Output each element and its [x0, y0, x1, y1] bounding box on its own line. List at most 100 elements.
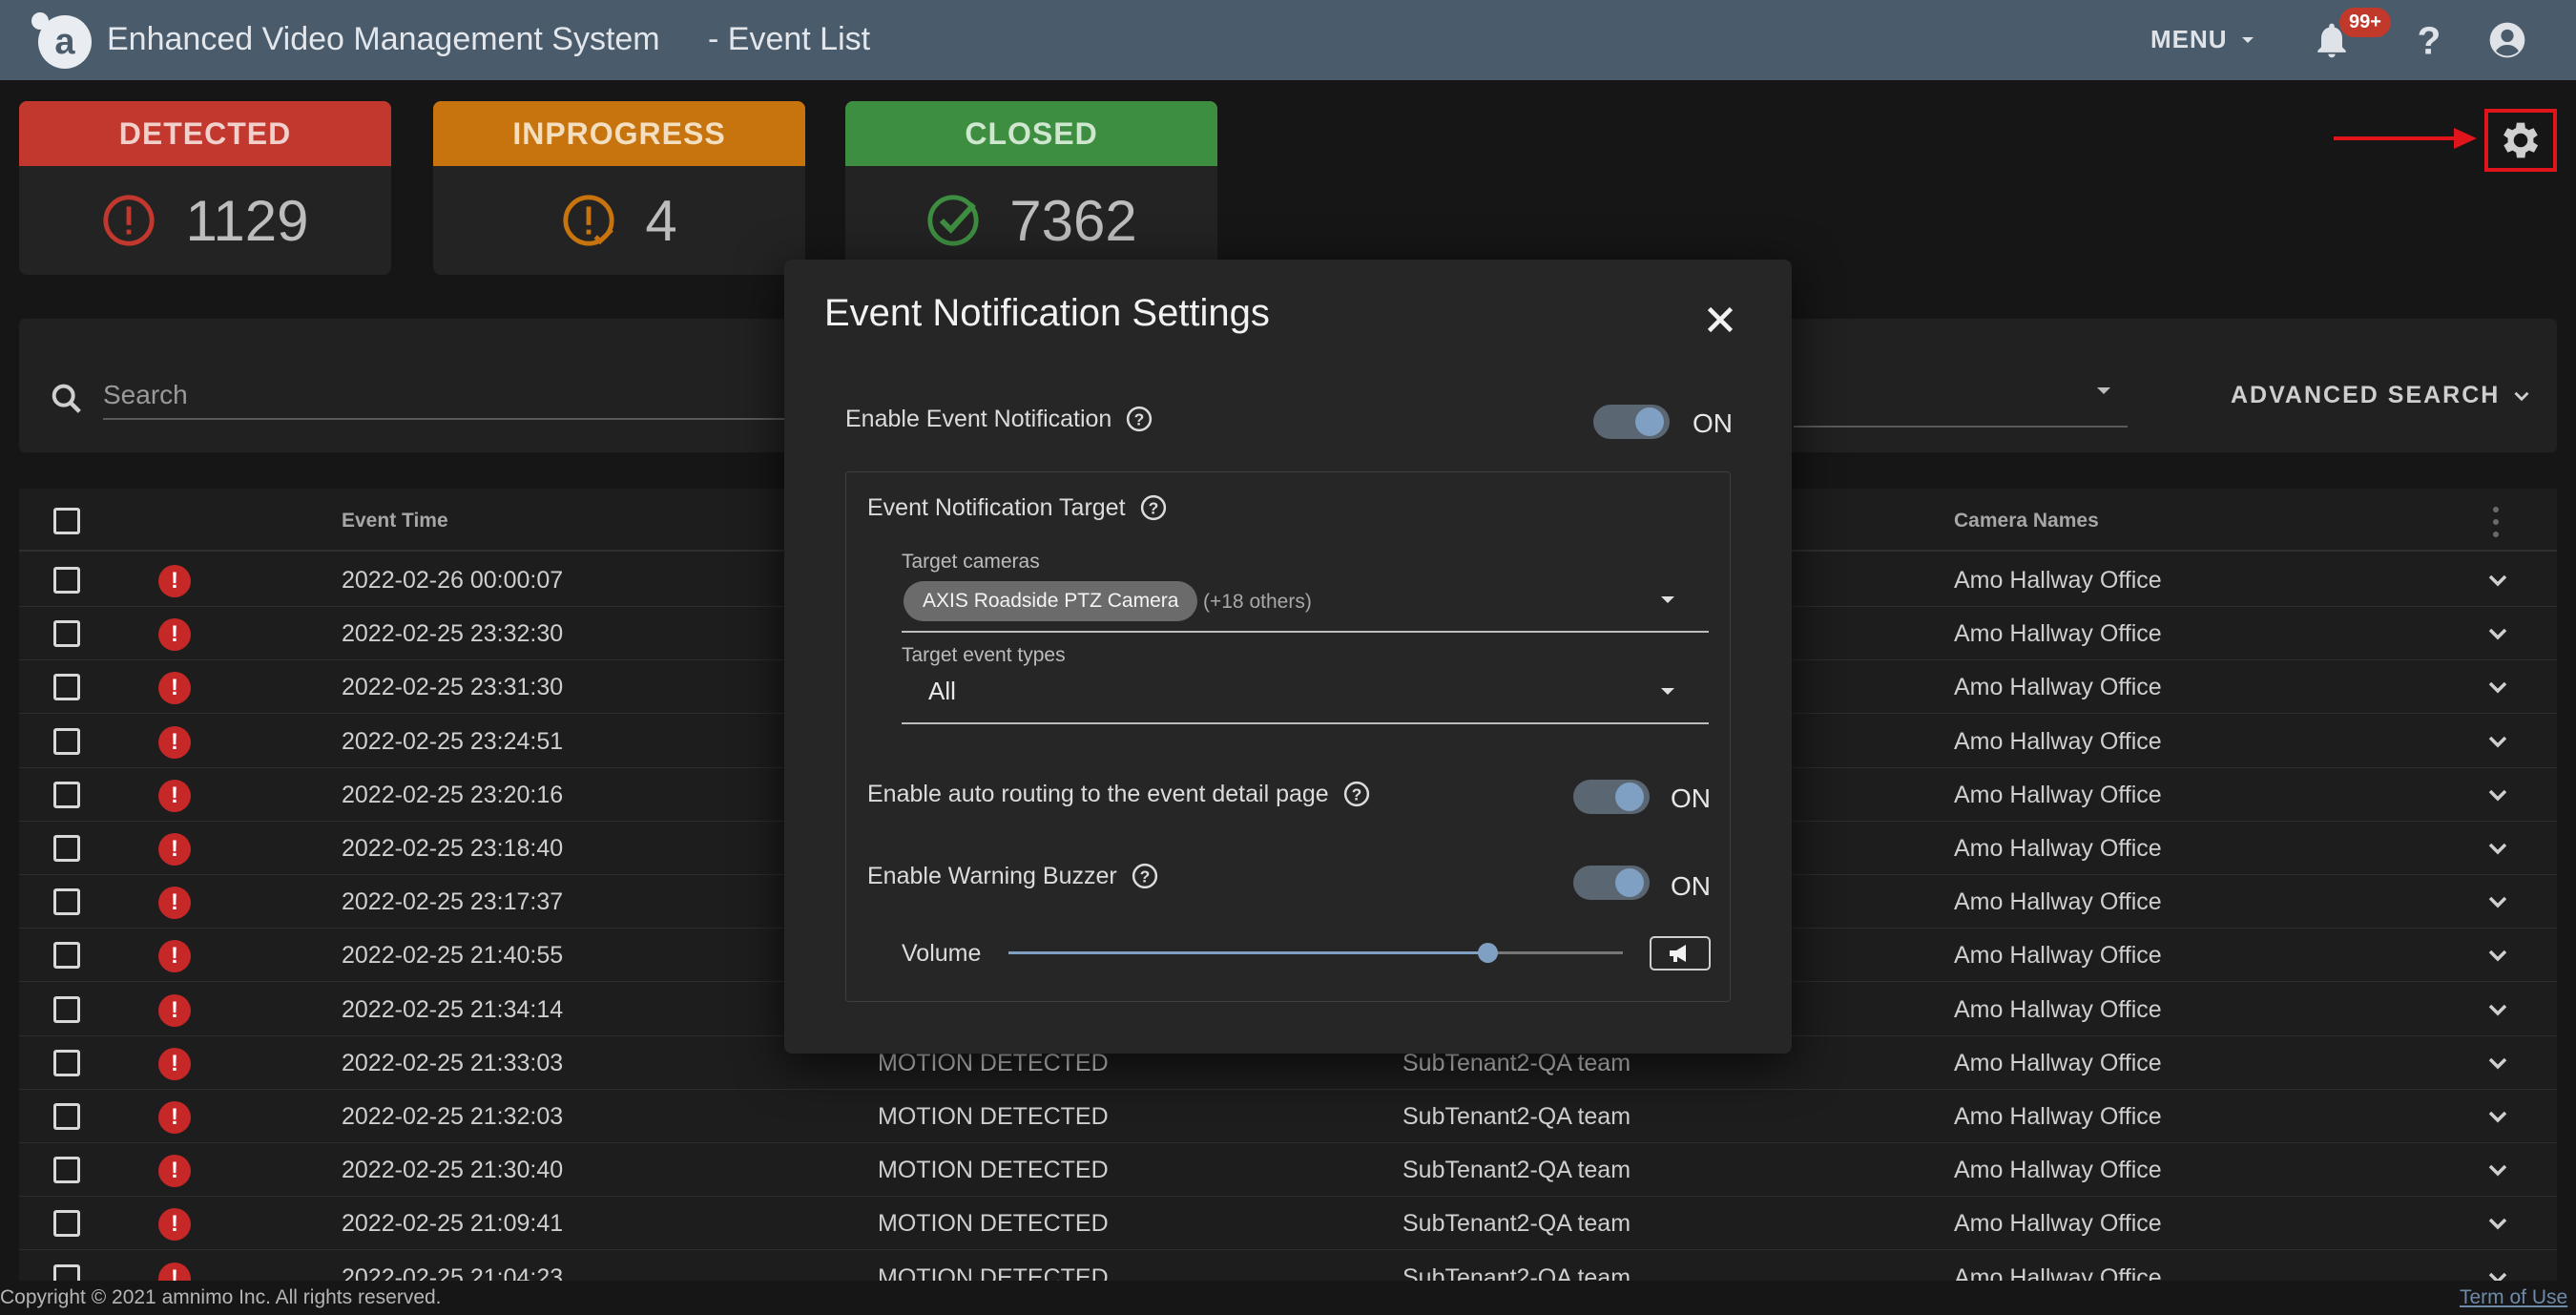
camera-name-cell: Amo Hallway Office	[1954, 1263, 2162, 1281]
gear-icon	[2503, 122, 2539, 158]
chevron-down-icon[interactable]	[2483, 726, 2513, 757]
help-circle-icon[interactable]: ?	[1131, 862, 1159, 890]
svg-text:?: ?	[1148, 498, 1158, 517]
select-all-checkbox[interactable]	[53, 508, 80, 534]
row-checkbox[interactable]	[53, 888, 80, 916]
inprogress-card[interactable]: INPROGRESS 4	[433, 101, 805, 275]
auto-routing-state: ON	[1671, 783, 1711, 813]
event-type-cell: MOTION DETECTED	[878, 1263, 1109, 1281]
row-checkbox[interactable]	[53, 835, 80, 862]
more-vertical-icon[interactable]	[2492, 506, 2500, 538]
row-checkbox[interactable]	[53, 567, 80, 594]
advanced-search-label: ADVANCED SEARCH	[2231, 382, 2501, 408]
detected-count: 1129	[185, 188, 309, 253]
row-checkbox[interactable]	[53, 727, 80, 755]
auto-routing-toggle[interactable]	[1573, 780, 1650, 814]
notification-badge: 99+	[2339, 8, 2391, 37]
closed-label: CLOSED	[845, 101, 1217, 166]
target-event-types-underline	[902, 722, 1709, 724]
camera-name-cell: Amo Hallway Office	[1954, 1210, 2162, 1238]
chevron-down-icon[interactable]	[2483, 1155, 2513, 1185]
tenant-cell: SubTenant2-QA team	[1402, 1049, 1631, 1076]
camera-name-cell: Amo Hallway Office	[1954, 888, 2162, 916]
closed-card[interactable]: CLOSED 7362	[845, 101, 1217, 275]
row-checkbox[interactable]	[53, 1103, 80, 1130]
menu-button[interactable]: MENU	[2150, 25, 2256, 54]
target-event-types-label: Target event types	[902, 644, 1066, 666]
chevron-down-icon[interactable]	[2483, 565, 2513, 595]
enable-notification-toggle[interactable]	[1593, 405, 1670, 439]
row-checkbox[interactable]	[53, 1049, 80, 1076]
chevron-down-icon[interactable]	[2483, 1208, 2513, 1239]
column-event-time[interactable]: Event Time	[342, 510, 448, 532]
app-header: a Enhanced Video Management System - Eve…	[0, 0, 2576, 80]
event-time-cell: 2022-02-25 23:17:37	[342, 888, 564, 916]
camera-name-cell: Amo Hallway Office	[1954, 835, 2162, 862]
row-checkbox[interactable]	[53, 674, 80, 701]
volume-slider[interactable]	[1008, 943, 1623, 963]
event-type-cell: MOTION DETECTED	[878, 1103, 1109, 1130]
chevron-down-icon[interactable]	[2483, 780, 2513, 810]
chevron-down-icon[interactable]	[2483, 833, 2513, 864]
enable-notification-label: Enable Event Notification	[845, 405, 1112, 432]
menu-label: MENU	[2150, 25, 2228, 53]
row-checkbox[interactable]	[53, 620, 80, 648]
detected-card[interactable]: DETECTED 1129	[19, 101, 391, 275]
dialog-title: Event Notification Settings	[824, 292, 1270, 334]
row-checkbox[interactable]	[53, 1263, 80, 1281]
chevron-down-icon[interactable]	[2483, 994, 2513, 1025]
caret-down-icon[interactable]	[1653, 585, 1682, 614]
caret-down-icon	[2241, 36, 2254, 43]
table-row[interactable]: ! 2022-02-25 21:32:03 MOTION DETECTED SubTe…	[19, 1090, 2557, 1143]
camera-chip[interactable]: AXIS Roadside PTZ Camera	[904, 581, 1198, 621]
caret-down-icon[interactable]	[1653, 677, 1682, 705]
close-icon[interactable]	[1698, 298, 1742, 342]
terms-link[interactable]: Term of Use	[2460, 1286, 2567, 1309]
help-circle-icon[interactable]: ?	[1125, 405, 1153, 433]
account-icon[interactable]	[2486, 19, 2528, 61]
warning-buzzer-toggle[interactable]	[1573, 866, 1650, 900]
row-checkbox[interactable]	[53, 1210, 80, 1238]
target-cameras-underline	[902, 631, 1709, 633]
help-circle-icon[interactable]: ?	[1139, 493, 1168, 522]
chevron-down-icon[interactable]	[2483, 887, 2513, 917]
chevron-down-icon[interactable]	[2483, 1101, 2513, 1132]
caret-down-icon[interactable]	[2089, 376, 2118, 405]
event-time-cell: 2022-02-25 21:34:14	[342, 995, 564, 1023]
settings-button[interactable]	[2484, 109, 2557, 172]
row-checkbox[interactable]	[53, 942, 80, 970]
alert-icon: !	[158, 672, 191, 705]
app-title: Enhanced Video Management System	[107, 21, 660, 57]
test-buzzer-button[interactable]	[1650, 936, 1711, 971]
table-row[interactable]: ! 2022-02-25 21:30:40 MOTION DETECTED SubTe…	[19, 1143, 2557, 1198]
table-row[interactable]: ! 2022-02-25 21:04:23 MOTION DETECTED SubTe…	[19, 1251, 2557, 1281]
event-time-cell: 2022-02-25 21:32:03	[342, 1103, 564, 1130]
target-section-header: Event Notification Target ?	[867, 493, 1168, 522]
event-notification-settings-dialog: Event Notification Settings Enable Event…	[784, 260, 1792, 1054]
table-row[interactable]: ! 2022-02-25 21:09:41 MOTION DETECTED SubTe…	[19, 1197, 2557, 1251]
event-time-cell: 2022-02-25 23:31:30	[342, 674, 564, 701]
advanced-search-button[interactable]: ADVANCED SEARCH	[2231, 382, 2534, 409]
megaphone-icon	[1670, 945, 1686, 962]
chevron-down-icon[interactable]	[2483, 1048, 2513, 1078]
volume-slider-thumb[interactable]	[1478, 943, 1499, 963]
row-checkbox[interactable]	[53, 995, 80, 1023]
chevron-down-icon[interactable]	[2483, 940, 2513, 971]
event-time-cell: 2022-02-25 23:32:30	[342, 620, 564, 648]
annotation-arrow	[2334, 128, 2477, 149]
target-section-label: Event Notification Target	[867, 493, 1126, 521]
row-checkbox[interactable]	[53, 1157, 80, 1184]
chevron-down-icon[interactable]	[2483, 672, 2513, 702]
help-circle-icon[interactable]: ?	[1342, 780, 1371, 808]
column-camera-names[interactable]: Camera Names	[1954, 510, 2099, 532]
search-input[interactable]	[103, 372, 809, 420]
chevron-down-icon[interactable]	[2483, 618, 2513, 649]
help-icon[interactable]: ?	[2408, 19, 2450, 61]
row-checkbox[interactable]	[53, 781, 80, 808]
alert-icon: !	[158, 779, 191, 812]
chevron-down-icon[interactable]	[2483, 1263, 2513, 1281]
tenant-cell: SubTenant2-QA team	[1402, 1263, 1631, 1281]
svg-text:?: ?	[1351, 784, 1361, 804]
target-event-types-select[interactable]: All	[928, 677, 956, 706]
event-time-cell: 2022-02-25 21:40:55	[342, 942, 564, 970]
